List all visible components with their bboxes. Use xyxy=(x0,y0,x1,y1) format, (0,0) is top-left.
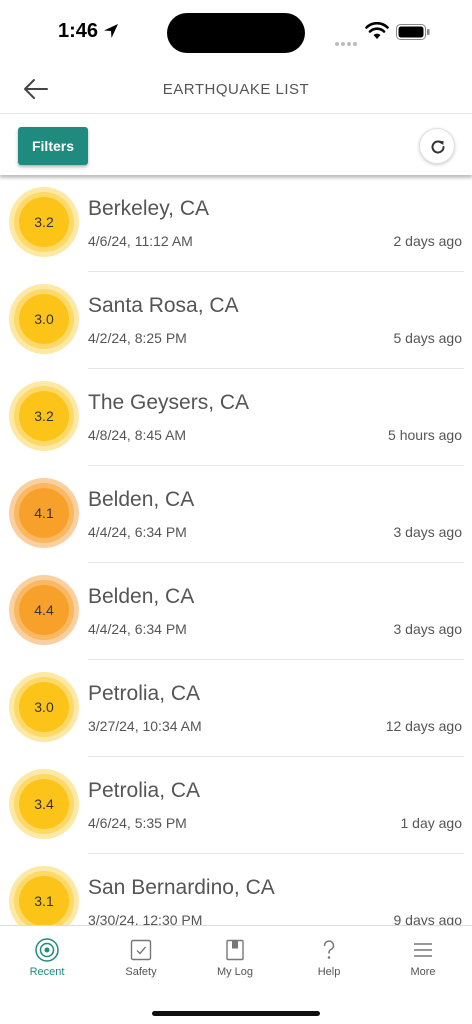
magnitude-badge: 3.4 xyxy=(9,769,79,839)
location-arrow-icon xyxy=(104,24,118,38)
magnitude-value: 4.1 xyxy=(19,488,69,538)
tab-label: Help xyxy=(317,966,341,978)
tab-label: Safety xyxy=(125,966,157,978)
list-item[interactable]: 3.1 San Bernardino, CA 3/30/24, 12:30 PM… xyxy=(0,854,472,925)
battery-icon xyxy=(396,24,430,40)
earthquake-list: 3.2 Berkeley, CA 4/6/24, 11:12 AM 2 days… xyxy=(0,175,472,925)
magnitude-value: 3.2 xyxy=(19,197,69,247)
quake-location: The Geysers, CA xyxy=(88,391,250,414)
magnitude-badge: 3.0 xyxy=(9,284,79,354)
recent-icon xyxy=(35,938,59,962)
status-bar: 1:46 xyxy=(0,0,472,64)
tab-my-log[interactable]: My Log xyxy=(188,926,282,986)
tab-label: My Log xyxy=(216,966,254,978)
tab-recent[interactable]: Recent xyxy=(0,926,94,986)
filters-button[interactable]: Filters xyxy=(18,127,88,165)
status-time: 1:46 xyxy=(58,20,99,42)
quake-relative-time: 1 day ago xyxy=(400,815,463,831)
menu-icon xyxy=(414,943,432,957)
wifi-icon xyxy=(365,22,389,39)
quake-datetime: 4/4/24, 6:34 PM xyxy=(88,621,187,637)
quake-location: Belden, CA xyxy=(88,488,195,511)
quake-relative-time: 2 days ago xyxy=(393,233,463,249)
quake-relative-time: 3 days ago xyxy=(393,524,463,540)
magnitude-badge: 3.0 xyxy=(9,672,79,742)
page-title: EARTHQUAKE LIST xyxy=(162,81,310,98)
quake-location: Berkeley, CA xyxy=(88,197,209,220)
tab-label: Recent xyxy=(29,966,65,978)
tab-help[interactable]: Help xyxy=(282,926,376,986)
magnitude-value: 3.2 xyxy=(19,391,69,441)
quake-datetime: 4/2/24, 8:25 PM xyxy=(88,330,187,346)
cellular-signal-icon xyxy=(335,33,359,46)
quake-relative-time: 9 days ago xyxy=(393,912,463,925)
quake-datetime: 4/6/24, 11:12 AM xyxy=(88,233,193,249)
magnitude-badge: 4.1 xyxy=(9,478,79,548)
magnitude-badge: 3.2 xyxy=(9,381,79,451)
quake-location: San Bernardino, CA xyxy=(88,876,275,899)
question-icon xyxy=(323,940,335,959)
quake-relative-time: 5 hours ago xyxy=(388,427,462,443)
quake-datetime: 3/30/24, 12:30 PM xyxy=(88,912,203,925)
quake-relative-time: 5 days ago xyxy=(393,330,463,346)
dynamic-island xyxy=(167,13,305,53)
quake-datetime: 4/8/24, 8:45 AM xyxy=(88,427,187,443)
book-icon xyxy=(226,939,244,961)
tab-label: More xyxy=(410,966,436,978)
magnitude-badge: 4.4 xyxy=(9,575,79,645)
quake-datetime: 3/27/24, 10:34 AM xyxy=(88,718,202,734)
quake-location: Petrolia, CA xyxy=(88,779,201,802)
list-item[interactable]: 3.2 Berkeley, CA 4/6/24, 11:12 AM 2 days… xyxy=(0,175,472,272)
bottom-tab-bar: Recent Safety My Log Help More xyxy=(0,925,472,1024)
magnitude-value: 4.4 xyxy=(19,585,69,635)
magnitude-value: 3.4 xyxy=(19,779,69,829)
magnitude-value: 3.0 xyxy=(19,294,69,344)
quake-location: Belden, CA xyxy=(88,585,195,608)
quake-datetime: 4/4/24, 6:34 PM xyxy=(88,524,187,540)
refresh-button[interactable] xyxy=(419,128,455,164)
quake-location: Petrolia, CA xyxy=(88,682,201,705)
safety-checkbox-icon xyxy=(130,939,152,961)
magnitude-value: 3.0 xyxy=(19,682,69,732)
toolbar: Filters xyxy=(0,115,472,175)
quake-datetime: 4/6/24, 5:35 PM xyxy=(88,815,187,831)
magnitude-badge: 3.2 xyxy=(9,187,79,257)
refresh-icon xyxy=(431,140,445,154)
list-item[interactable]: 3.0 Petrolia, CA 3/27/24, 10:34 AM 12 da… xyxy=(0,660,472,757)
magnitude-badge: 3.1 xyxy=(9,866,79,925)
tab-safety[interactable]: Safety xyxy=(94,926,188,986)
list-item[interactable]: 4.1 Belden, CA 4/4/24, 6:34 PM 3 days ag… xyxy=(0,466,472,563)
list-item[interactable]: 4.4 Belden, CA 4/4/24, 6:34 PM 3 days ag… xyxy=(0,563,472,660)
quake-relative-time: 12 days ago xyxy=(385,718,462,734)
app-header: EARTHQUAKE LIST xyxy=(0,64,472,114)
quake-relative-time: 3 days ago xyxy=(393,621,463,637)
quake-location: Santa Rosa, CA xyxy=(88,294,239,317)
home-indicator xyxy=(152,1011,320,1016)
list-item[interactable]: 3.2 The Geysers, CA 4/8/24, 8:45 AM 5 ho… xyxy=(0,369,472,466)
list-item[interactable]: 3.4 Petrolia, CA 4/6/24, 5:35 PM 1 day a… xyxy=(0,757,472,854)
tab-more[interactable]: More xyxy=(376,926,470,986)
magnitude-value: 3.1 xyxy=(19,876,69,925)
list-item[interactable]: 3.0 Santa Rosa, CA 4/2/24, 8:25 PM 5 day… xyxy=(0,272,472,369)
